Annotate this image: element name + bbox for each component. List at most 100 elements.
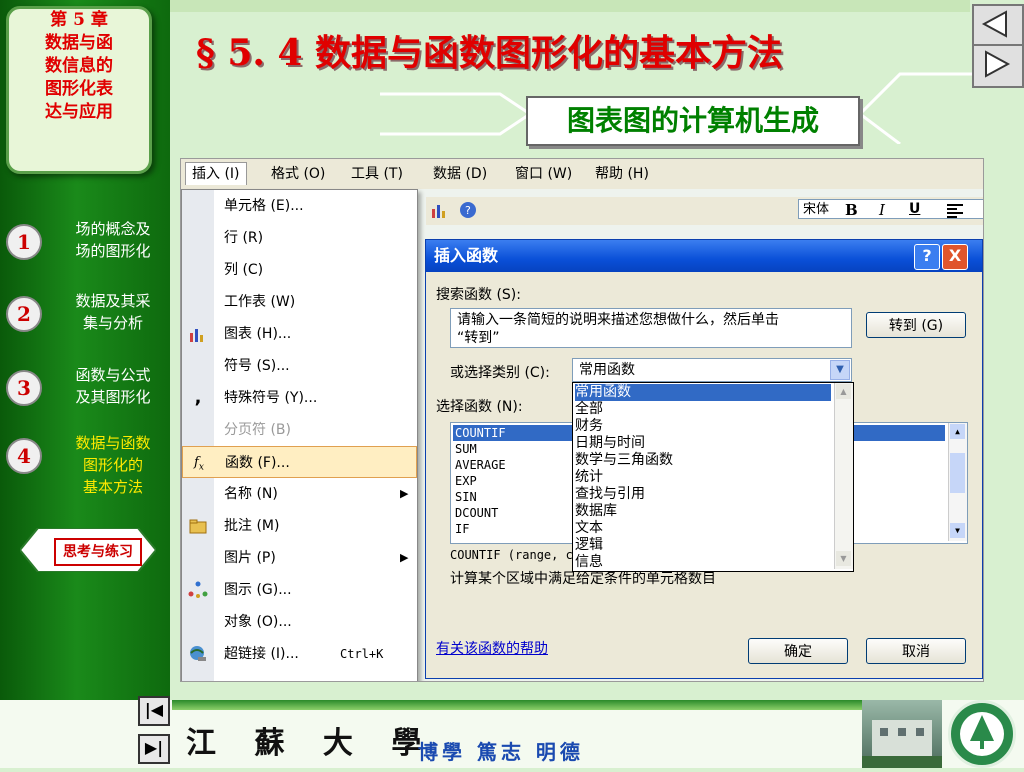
menu-insert[interactable]: 插入 (I) bbox=[185, 162, 247, 185]
menu-data[interactable]: 数据 (D) bbox=[427, 163, 493, 185]
scroll-down-icon[interactable]: ▼ bbox=[836, 551, 851, 566]
menu-item-label: 图示 (G)... bbox=[224, 582, 292, 598]
dialog-titlebar: 插入函数 ? X bbox=[426, 240, 982, 272]
function-item[interactable]: AVERAGE bbox=[455, 457, 506, 473]
menu-item-function[interactable]: fx 函数 (F)... bbox=[182, 446, 417, 478]
menu-item-shortcut: Ctrl+K bbox=[340, 647, 384, 661]
menu-item-worksheet[interactable]: 工作表 (W) bbox=[182, 286, 417, 318]
nav-label-line: 数据与函数 bbox=[75, 434, 151, 452]
font-name-value: 宋体 bbox=[803, 202, 830, 217]
underline-button[interactable]: U bbox=[909, 201, 920, 217]
menu-item-cells[interactable]: 单元格 (E)... bbox=[182, 190, 417, 222]
menu-item-object[interactable]: 对象 (O)... bbox=[182, 606, 417, 638]
dialog-help-button[interactable]: ? bbox=[914, 244, 940, 270]
menu-item-page-break[interactable]: 分页符 (B) bbox=[182, 414, 417, 446]
triangle-left-icon bbox=[981, 10, 1007, 38]
cancel-button[interactable]: 取消 bbox=[866, 638, 966, 664]
category-option[interactable]: 日期与时间 bbox=[575, 435, 645, 452]
category-select[interactable]: 常用函数 ▼ bbox=[572, 358, 852, 382]
menu-item-label: 名称 (N) bbox=[224, 486, 278, 502]
category-option[interactable]: 统计 bbox=[575, 469, 603, 486]
ok-button[interactable]: 确定 bbox=[748, 638, 848, 664]
category-option[interactable]: 常用函数 bbox=[575, 384, 831, 401]
function-list-scrollbar[interactable]: ▲ ▼ bbox=[948, 423, 967, 541]
scroll-up-icon[interactable]: ▲ bbox=[836, 384, 851, 399]
menu-item-chart[interactable]: 图表 (H)... bbox=[182, 318, 417, 350]
function-item[interactable]: SUM bbox=[455, 441, 477, 457]
goto-button[interactable]: 转到 (G) bbox=[866, 312, 966, 338]
function-item[interactable]: SIN bbox=[455, 489, 477, 505]
category-option[interactable]: 逻辑 bbox=[575, 537, 603, 554]
chapter-line: 图形化表 bbox=[45, 79, 113, 99]
function-item[interactable]: DCOUNT bbox=[455, 505, 498, 521]
category-option[interactable]: 文本 bbox=[575, 520, 603, 537]
chapter-box[interactable]: 第 5 章 数据与函 数信息的 图形化表 达与应用 bbox=[6, 6, 152, 174]
subtitle: 图表图的计算机生成 bbox=[566, 104, 819, 137]
seal-tree-icon bbox=[960, 712, 1004, 756]
chart-wizard-icon[interactable] bbox=[430, 201, 450, 219]
menu-item-hyperlink[interactable]: 超链接 (I)... Ctrl+K bbox=[182, 638, 417, 670]
scroll-up-icon[interactable]: ▲ bbox=[950, 424, 965, 439]
think-practice-button[interactable]: 思考与练习 bbox=[54, 538, 142, 566]
category-option[interactable]: 数据库 bbox=[575, 503, 617, 520]
menu-item-label: 对象 (O)... bbox=[224, 614, 292, 630]
sidebar-item-4[interactable]: 4 数据与函数 图形化的 基本方法 bbox=[0, 432, 170, 496]
menu-item-label: 函数 (F)... bbox=[225, 455, 290, 471]
menu-item-label: 图片 (P) bbox=[224, 550, 276, 566]
function-help-link[interactable]: 有关该函数的帮助 bbox=[436, 638, 548, 658]
category-option[interactable]: 数学与三角函数 bbox=[575, 452, 673, 469]
menu-item-comment[interactable]: 批注 (M) bbox=[182, 510, 417, 542]
nav-label-line: 场的概念及 bbox=[75, 220, 151, 238]
menu-format[interactable]: 格式 (O) bbox=[265, 163, 331, 185]
category-option[interactable]: 财务 bbox=[575, 418, 603, 435]
comma-icon: , bbox=[194, 387, 202, 408]
format-toolbar: ? 宋体 ▼ 12 ▼ bbox=[426, 197, 983, 225]
sidebar-item-2[interactable]: 2 数据及其采 集与分析 bbox=[0, 290, 170, 350]
next-slide-button[interactable] bbox=[972, 44, 1024, 88]
last-slide-button[interactable]: ▶| bbox=[138, 734, 170, 764]
select-function-label: 选择函数 (N): bbox=[436, 399, 523, 415]
submenu-arrow-icon: ▶ bbox=[400, 487, 409, 500]
menu-item-diagram[interactable]: 图示 (G)... bbox=[182, 574, 417, 606]
nav-number-badge: 1 bbox=[6, 224, 42, 260]
subtitle-box: 图表图的计算机生成 bbox=[526, 96, 860, 146]
globe-icon bbox=[190, 646, 206, 661]
help-circle-icon[interactable]: ? bbox=[458, 201, 478, 219]
category-value: 常用函数 bbox=[579, 362, 635, 378]
scroll-thumb[interactable] bbox=[950, 453, 965, 493]
menu-item-name[interactable]: 名称 (N) ▶ bbox=[182, 478, 417, 510]
menu-item-label: 超链接 (I)... bbox=[224, 646, 299, 662]
category-option[interactable]: 全部 bbox=[575, 401, 603, 418]
menu-window[interactable]: 窗口 (W) bbox=[509, 163, 578, 185]
category-option[interactable]: 信息 bbox=[575, 554, 603, 571]
bold-button[interactable]: B bbox=[845, 201, 858, 219]
scroll-down-icon[interactable]: ▼ bbox=[950, 523, 965, 538]
italic-button[interactable]: I bbox=[879, 201, 885, 219]
chapter-line: 数信息的 bbox=[45, 56, 113, 76]
prev-slide-button[interactable] bbox=[972, 4, 1024, 48]
function-item[interactable]: EXP bbox=[455, 473, 477, 489]
menu-item-label: 列 (C) bbox=[224, 262, 264, 278]
folder-icon bbox=[189, 519, 207, 534]
nav-label-line: 基本方法 bbox=[82, 478, 143, 496]
function-item[interactable]: IF bbox=[455, 521, 469, 537]
first-slide-button[interactable]: |◀ bbox=[138, 696, 170, 726]
category-option[interactable]: 查找与引用 bbox=[575, 486, 645, 503]
menu-item-columns[interactable]: 列 (C) bbox=[182, 254, 417, 286]
dialog-close-button[interactable]: X bbox=[942, 244, 968, 270]
function-syntax: COUNTIF (range, c bbox=[450, 548, 573, 562]
menu-tools[interactable]: 工具 (T) bbox=[345, 163, 409, 185]
align-left-icon[interactable] bbox=[947, 203, 965, 219]
category-list-scrollbar[interactable]: ▲ ▼ bbox=[834, 383, 853, 569]
menu-help[interactable]: 帮助 (H) bbox=[589, 163, 655, 185]
category-dropdown-list[interactable]: 常用函数 全部 财务 日期与时间 数学与三角函数 统计 查找与引用 数据库 文本… bbox=[572, 382, 854, 572]
chapter-line: 达与应用 bbox=[45, 102, 113, 122]
menu-item-symbol[interactable]: 符号 (S)... bbox=[182, 350, 417, 382]
menu-item-special-symbol[interactable]: , 特殊符号 (Y)... bbox=[182, 382, 417, 414]
triangle-right-icon bbox=[985, 50, 1011, 78]
sidebar-item-3[interactable]: 3 函数与公式 及其图形化 bbox=[0, 364, 170, 424]
search-function-input[interactable]: 请输入一条简短的说明来描述您想做什么，然后单击 “转到” bbox=[450, 308, 852, 348]
sidebar-item-1[interactable]: 1 场的概念及 场的图形化 bbox=[0, 218, 170, 278]
menu-item-rows[interactable]: 行 (R) bbox=[182, 222, 417, 254]
menu-item-picture[interactable]: 图片 (P) ▶ bbox=[182, 542, 417, 574]
